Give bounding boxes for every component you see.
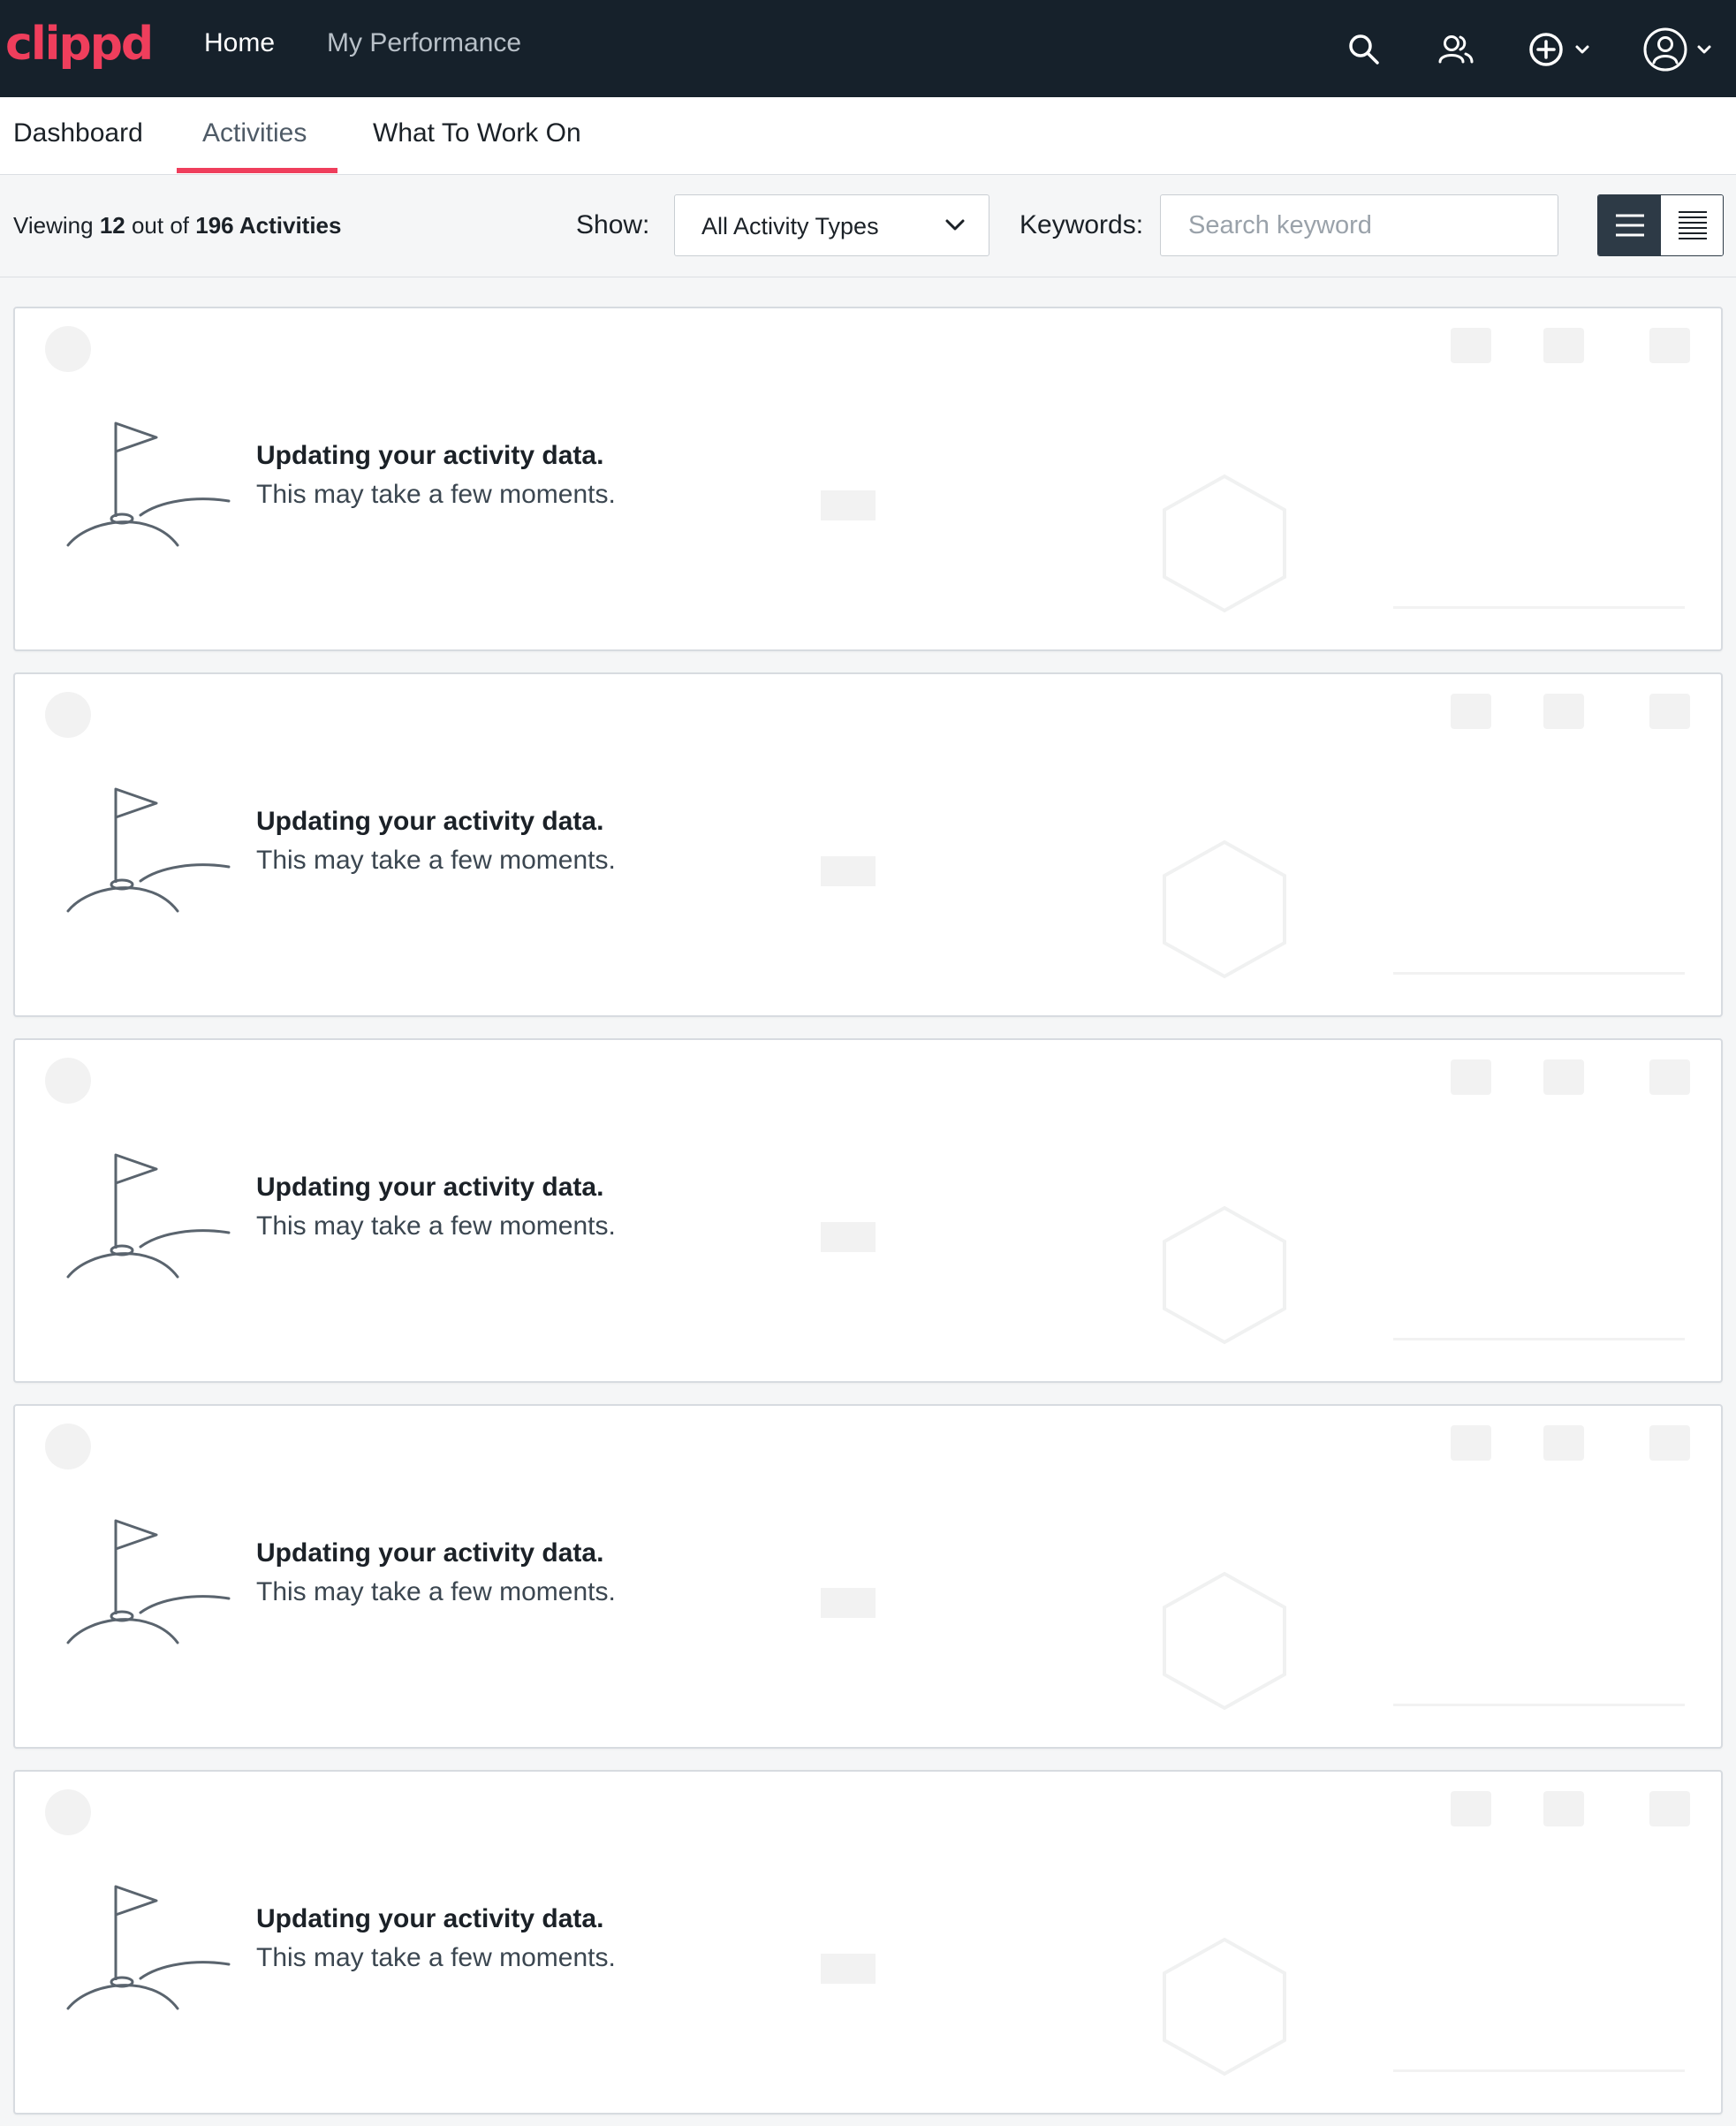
- search-keyword-input[interactable]: [1160, 194, 1558, 256]
- activity-card[interactable]: Updating your activity data. This may ta…: [13, 307, 1723, 651]
- like-icon: [1451, 1059, 1491, 1095]
- par-badge-placeholder: [821, 490, 876, 520]
- more-options-icon: [1649, 328, 1690, 363]
- activity-card-list: Updating your activity data. This may ta…: [13, 307, 1723, 2126]
- golf-flag-icon: [54, 1510, 231, 1656]
- keywords-label: Keywords:: [1020, 210, 1144, 239]
- tab-dashboard[interactable]: Dashboard: [13, 118, 143, 148]
- par-badge-placeholder: [821, 1222, 876, 1252]
- status-subtitle: This may take a few moments.: [256, 480, 616, 509]
- activity-card[interactable]: Updating your activity data. This may ta…: [13, 1038, 1723, 1383]
- status-title: Updating your activity data.: [256, 807, 604, 836]
- user-avatar-icon[interactable]: [1641, 25, 1690, 74]
- more-options-icon: [1649, 1059, 1690, 1095]
- shot-quality-hexagon-placeholder: [1163, 839, 1286, 979]
- show-label: Show:: [576, 210, 650, 239]
- shot-quality-hexagon-placeholder: [1163, 1937, 1286, 2077]
- golf-flag-icon: [54, 1876, 231, 2022]
- stats-chart-placeholder: [1393, 1173, 1685, 1340]
- comment-icon: [1543, 694, 1584, 729]
- comment-icon: [1543, 328, 1584, 363]
- more-options-icon: [1649, 1791, 1690, 1826]
- like-icon: [1451, 1791, 1491, 1826]
- stats-chart-placeholder: [1393, 441, 1685, 609]
- status-title: Updating your activity data.: [256, 441, 604, 470]
- like-icon: [1451, 328, 1491, 363]
- activity-card[interactable]: Updating your activity data. This may ta…: [13, 672, 1723, 1017]
- comment-icon: [1543, 1791, 1584, 1826]
- par-badge-placeholder: [821, 856, 876, 886]
- player-avatar-placeholder: [45, 1789, 91, 1835]
- status-title: Updating your activity data.: [256, 1173, 604, 1202]
- activity-card[interactable]: Updating your activity data. This may ta…: [13, 1404, 1723, 1749]
- tab-what-to-work-on[interactable]: What To Work On: [373, 118, 581, 148]
- status-subtitle: This may take a few moments.: [256, 1577, 616, 1606]
- chevron-down-icon[interactable]: [1562, 25, 1603, 74]
- more-options-icon: [1649, 1425, 1690, 1461]
- status-title: Updating your activity data.: [256, 1538, 604, 1568]
- golf-flag-icon: [54, 778, 231, 924]
- stats-chart-placeholder: [1393, 807, 1685, 975]
- status-title: Updating your activity data.: [256, 1904, 604, 1933]
- stats-chart-placeholder: [1393, 1538, 1685, 1706]
- stats-chart-placeholder: [1393, 1904, 1685, 2072]
- nav-link-my-performance[interactable]: My Performance: [327, 28, 521, 58]
- player-avatar-placeholder: [45, 1424, 91, 1469]
- player-avatar-placeholder: [45, 1058, 91, 1104]
- search-icon[interactable]: [1339, 25, 1389, 74]
- shot-quality-hexagon-placeholder: [1163, 1205, 1286, 1345]
- clippd-logo[interactable]: clippd: [5, 18, 154, 71]
- tab-activities[interactable]: Activities: [202, 118, 307, 148]
- par-badge-placeholder: [821, 1588, 876, 1618]
- like-icon: [1451, 1425, 1491, 1461]
- compact-list-icon[interactable]: [1661, 195, 1723, 255]
- active-tab-indicator: [177, 168, 337, 173]
- top-navigation-bar: clippd Home My Performance: [0, 0, 1736, 97]
- player-avatar-placeholder: [45, 692, 91, 738]
- people-icon[interactable]: [1431, 25, 1481, 74]
- viewing-count-text: Viewing 12 out of 196 Activities: [13, 212, 342, 239]
- par-badge-placeholder: [821, 1954, 876, 1984]
- golf-flag-icon: [54, 1144, 231, 1290]
- like-icon: [1451, 694, 1491, 729]
- chevron-down-icon: [944, 216, 966, 239]
- comment-icon: [1543, 1425, 1584, 1461]
- golf-flag-icon: [54, 413, 231, 558]
- view-mode-toggle: [1597, 194, 1724, 256]
- status-subtitle: This may take a few moments.: [256, 1211, 616, 1241]
- activity-type-selected-value: All Activity Types: [701, 213, 879, 239]
- sub-navigation-tabs: Dashboard Activities What To Work On: [0, 97, 1736, 175]
- activity-filter-bar: Viewing 12 out of 196 Activities Show: A…: [0, 175, 1736, 277]
- more-options-icon: [1649, 694, 1690, 729]
- status-subtitle: This may take a few moments.: [256, 1943, 616, 1972]
- list-view-icon[interactable]: [1598, 195, 1661, 255]
- activity-type-select[interactable]: All Activity Types: [674, 194, 989, 256]
- activity-card[interactable]: Updating your activity data. This may ta…: [13, 1770, 1723, 2115]
- chevron-down-icon[interactable]: [1684, 25, 1725, 74]
- shot-quality-hexagon-placeholder: [1163, 1571, 1286, 1711]
- status-subtitle: This may take a few moments.: [256, 846, 616, 875]
- shot-quality-hexagon-placeholder: [1163, 474, 1286, 613]
- nav-link-home[interactable]: Home: [204, 28, 275, 58]
- player-avatar-placeholder: [45, 326, 91, 372]
- comment-icon: [1543, 1059, 1584, 1095]
